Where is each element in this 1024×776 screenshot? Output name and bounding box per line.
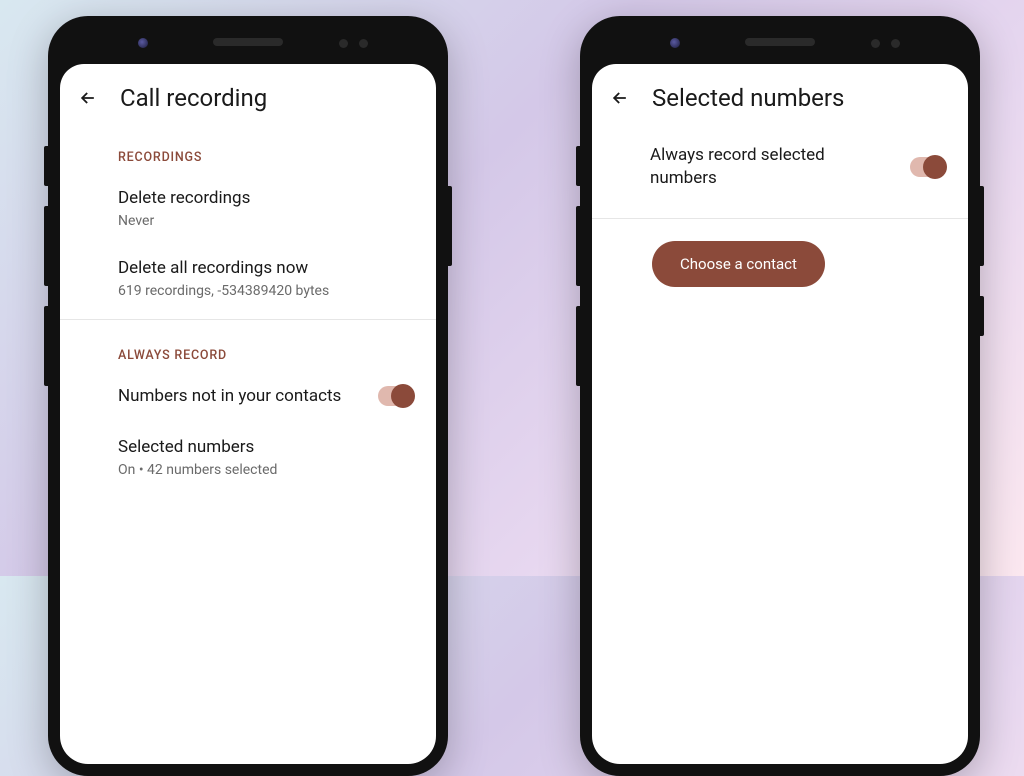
row-delete-all-now[interactable]: Delete all recordings now 619 recordings… — [60, 243, 436, 313]
screen-call-recording: Call recording RECORDINGS Delete recordi… — [60, 64, 436, 764]
toggle-not-in-contacts[interactable] — [378, 386, 414, 406]
section-label-always-record: ALWAYS RECORD — [60, 320, 436, 371]
choose-contact-button[interactable]: Choose a contact — [652, 241, 825, 287]
phone-camera — [138, 38, 148, 48]
row-title: Numbers not in your contacts — [118, 385, 414, 408]
back-arrow-icon[interactable] — [610, 88, 630, 108]
page-title: Call recording — [120, 84, 267, 112]
header: Call recording — [60, 64, 436, 122]
page-title: Selected numbers — [652, 84, 844, 112]
phone-selected-numbers: Selected numbers Always record selected … — [580, 16, 980, 776]
divider — [592, 218, 968, 219]
row-title: Always record selected numbers — [650, 144, 946, 190]
phone-side-button — [980, 186, 984, 266]
phone-speaker — [213, 38, 283, 46]
row-delete-recordings[interactable]: Delete recordings Never — [60, 173, 436, 243]
phone-side-button — [44, 206, 48, 286]
phone-sensor — [891, 39, 900, 48]
phone-side-button — [448, 186, 452, 266]
phone-side-button — [576, 306, 580, 386]
screen-selected-numbers: Selected numbers Always record selected … — [592, 64, 968, 764]
row-selected-numbers[interactable]: Selected numbers On • 42 numbers selecte… — [60, 422, 436, 492]
phone-call-recording: Call recording RECORDINGS Delete recordi… — [48, 16, 448, 776]
phone-sensor — [359, 39, 368, 48]
row-sub: On • 42 numbers selected — [118, 462, 414, 478]
phone-speaker — [745, 38, 815, 46]
phone-side-button — [980, 296, 984, 336]
phone-camera — [670, 38, 680, 48]
phone-sensor — [339, 39, 348, 48]
header: Selected numbers — [592, 64, 968, 122]
phone-side-button — [576, 206, 580, 286]
phone-side-button — [44, 146, 48, 186]
row-numbers-not-in-contacts[interactable]: Numbers not in your contacts — [60, 371, 436, 422]
phone-sensor — [871, 39, 880, 48]
phone-side-button — [44, 306, 48, 386]
row-sub: 619 recordings, -534389420 bytes — [118, 283, 414, 299]
row-sub: Never — [118, 213, 414, 229]
phone-side-button — [576, 146, 580, 186]
section-label-recordings: RECORDINGS — [60, 122, 436, 173]
back-arrow-icon[interactable] — [78, 88, 98, 108]
row-title: Delete recordings — [118, 187, 414, 210]
row-title: Selected numbers — [118, 436, 414, 459]
toggle-always-record-selected[interactable] — [910, 157, 946, 177]
row-title: Delete all recordings now — [118, 257, 414, 280]
row-always-record-selected[interactable]: Always record selected numbers — [592, 122, 968, 212]
